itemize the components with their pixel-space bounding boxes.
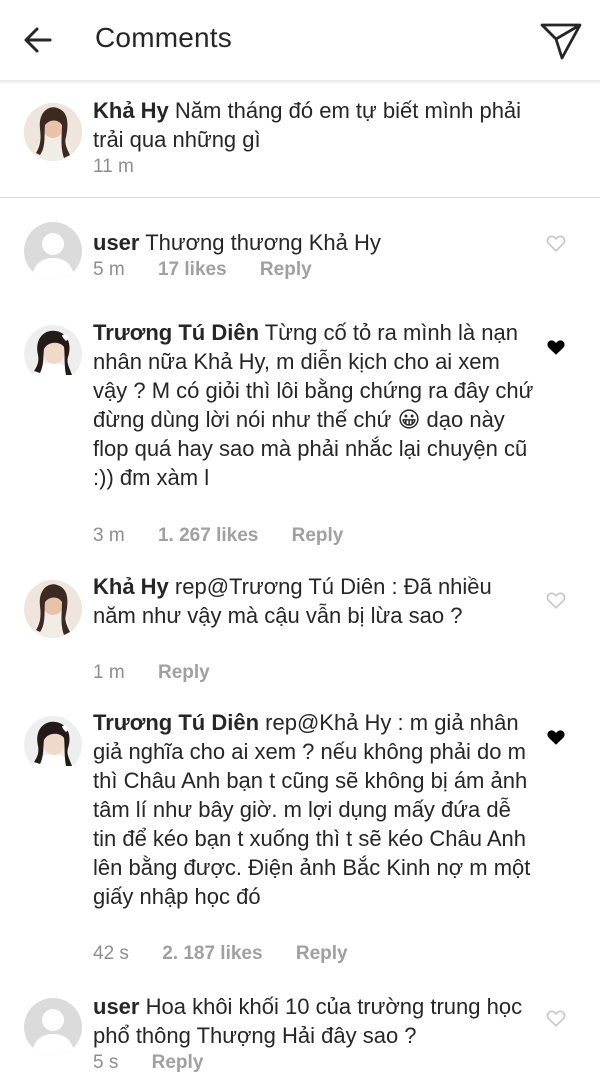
avatar[interactable] xyxy=(24,580,82,638)
comment-body: rep@Khả Hy : m giả nhân giả nghĩa cho ai… xyxy=(93,710,531,909)
header-shadow xyxy=(0,80,600,84)
heart-outline-icon[interactable] xyxy=(545,589,567,611)
comment-time: 42 s xyxy=(93,943,129,964)
send-button[interactable] xyxy=(538,19,584,63)
comment-username[interactable]: user xyxy=(93,230,139,255)
reply-button[interactable]: Reply xyxy=(152,1052,204,1074)
heart-outline-icon[interactable] xyxy=(545,232,567,254)
comment-text: Trương Tú Diên Từng cố tỏ ra mình là nạn… xyxy=(93,318,535,492)
avatar[interactable] xyxy=(24,222,82,280)
comment-body: Từng cố tỏ ra mình là nạn nhân nữa Khả H… xyxy=(93,320,534,490)
caption-meta: 11 m xyxy=(93,156,162,178)
reply-button[interactable]: Reply xyxy=(260,259,312,281)
comment-body: Thương thương Khả Hy xyxy=(145,230,381,255)
comment-meta: 3 m 1. 267 likes Reply xyxy=(93,525,371,547)
default-avatar-icon xyxy=(24,222,82,280)
comment-likes[interactable]: 1. 267 likes xyxy=(158,525,258,547)
reply-button[interactable]: Reply xyxy=(292,525,344,547)
comment-time: 1 m xyxy=(93,662,125,683)
reply-button[interactable]: Reply xyxy=(296,943,348,965)
comment-time: 5 m xyxy=(93,259,125,280)
comment-time: 3 m xyxy=(93,525,125,546)
comment-text: user Hoa khôi khối 10 của trường trung h… xyxy=(93,992,535,1050)
avatar[interactable] xyxy=(24,103,82,161)
comment-likes[interactable]: 17 likes xyxy=(158,259,227,281)
comment-username[interactable]: user xyxy=(93,994,139,1019)
avatar[interactable] xyxy=(24,716,82,774)
comment-body: Hoa khôi khối 10 của trường trung học ph… xyxy=(93,994,523,1048)
caption-time: 11 m xyxy=(93,156,134,177)
heart-filled-icon[interactable] xyxy=(545,336,567,358)
avatar[interactable] xyxy=(24,325,82,383)
paper-plane-icon xyxy=(540,23,582,60)
caption-username[interactable]: Khả Hy xyxy=(93,98,169,123)
comment-meta: 5 m 17 likes Reply xyxy=(93,259,340,281)
comment-text: Khả Hy rep@Trương Tú Diên : Đã nhiều năm… xyxy=(93,572,535,630)
top-bar: Comments xyxy=(0,0,600,80)
heart-filled-icon[interactable] xyxy=(545,726,567,748)
back-button[interactable] xyxy=(18,20,58,60)
comment-username[interactable]: Trương Tú Diên xyxy=(93,320,259,345)
comment-username[interactable]: Khả Hy xyxy=(93,574,169,599)
avatar[interactable] xyxy=(24,998,82,1056)
caption-divider xyxy=(0,197,600,198)
comment-likes[interactable]: 2. 187 likes xyxy=(162,943,262,965)
comment-meta: 5 s Reply xyxy=(93,1052,231,1074)
caption-text: Khả Hy Năm tháng đó em tự biết mình phải… xyxy=(93,96,535,154)
comment-time: 5 s xyxy=(93,1052,119,1073)
comment-meta: 1 m Reply xyxy=(93,662,238,684)
arrow-left-icon xyxy=(24,27,52,53)
comment-meta: 42 s 2. 187 likes Reply xyxy=(93,943,376,965)
default-avatar-icon xyxy=(24,998,82,1056)
comment-username[interactable]: Trương Tú Diên xyxy=(93,710,259,735)
comment-text: Trương Tú Diên rep@Khả Hy : m giả nhân g… xyxy=(93,708,535,911)
comment-text: user Thương thương Khả Hy xyxy=(93,228,535,257)
page-title: Comments xyxy=(95,22,232,53)
reply-button[interactable]: Reply xyxy=(158,662,210,684)
heart-outline-icon[interactable] xyxy=(545,1007,567,1029)
